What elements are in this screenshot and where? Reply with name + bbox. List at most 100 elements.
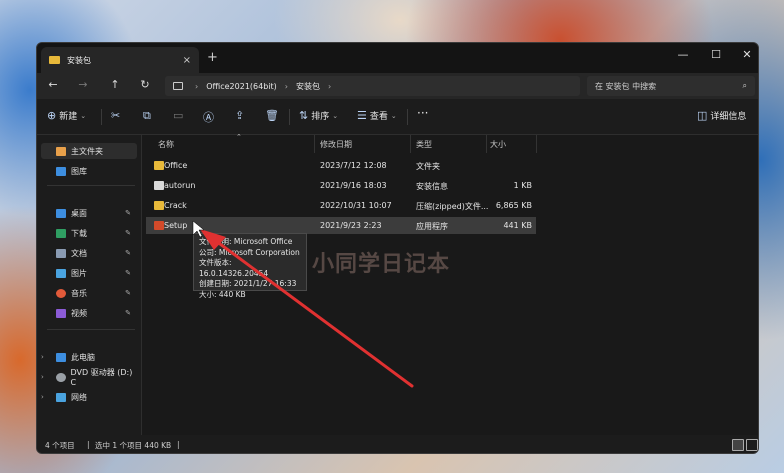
file-type: 应用程序 [416,222,448,231]
file-row-setup[interactable]: Setup 2021/9/23 2:23 应用程序 441 KB [146,217,536,234]
tooltip-size: 大小: 440 KB [199,289,246,299]
tooltip-description: 文件说明: Microsoft Office [199,237,293,246]
file-date: 2021/9/16 18:03 [320,181,387,190]
zip-folder-icon [154,201,164,210]
chevron-down-icon: ⌄ [390,111,397,120]
details-view-button[interactable] [732,439,744,451]
file-date: 2021/9/23 2:23 [320,221,382,230]
sidebar-item-gallery[interactable]: 图库 [41,163,137,179]
pin-icon[interactable]: ✎ [125,289,131,297]
sidebar-item-dvd-drive[interactable]: DVD 驱动器 (D:) C [41,368,137,387]
file-tooltip: 文件说明: Microsoft Office 公司: Microsoft Cor… [193,233,307,299]
file-name: autorun [164,181,196,190]
pin-icon[interactable]: ✎ [125,249,131,257]
search-input[interactable]: 在 安装包 中搜索 ⌕ [587,76,755,96]
pin-icon[interactable]: ✎ [125,229,131,237]
pin-icon[interactable]: ✎ [125,209,131,217]
refresh-button[interactable]: ↻ [137,78,153,91]
up-button[interactable]: ↑ [107,78,123,91]
dvd-icon [56,372,66,382]
sidebar-item-this-pc[interactable]: 此电脑 [41,349,137,365]
share-button[interactable]: ⇪ [235,109,244,122]
paste-button[interactable]: ▭ [173,109,183,122]
tab-label: 安装包 [67,55,91,65]
sidebar-item-network[interactable]: 网络 [41,389,137,405]
divider: | [87,440,90,449]
column-header-date[interactable]: 修改日期 [320,139,352,150]
sidebar-item-label: 图库 [71,166,87,176]
file-date: 2023/7/12 12:08 [320,161,387,170]
pin-icon[interactable]: ✎ [125,269,131,277]
back-button[interactable]: ← [45,78,61,91]
folder-icon [49,56,60,64]
chevron-down-icon: ⌄ [80,111,87,120]
sidebar-item-label: 主文件夹 [71,146,103,156]
rename-button[interactable]: Ⓐ [203,109,214,125]
minimize-button[interactable]: — [673,48,693,61]
sort-label: 排序 [311,112,330,122]
details-pane-icon: ◫ [697,109,708,122]
sidebar-item-music[interactable]: 音乐 ✎ [41,285,137,301]
file-type: 安装信息 [416,182,448,191]
sidebar-divider [47,185,135,186]
delete-button[interactable]: 🗑 [265,109,279,122]
column-divider[interactable] [410,135,411,153]
sidebar-item-downloads[interactable]: 下载 ✎ [41,225,137,241]
forward-button[interactable]: → [75,78,91,91]
sidebar-item-documents[interactable]: 文档 ✎ [41,245,137,261]
sort-button[interactable]: ⇅ 排序 ⌄ [299,109,338,122]
column-header-type[interactable]: 类型 [416,139,432,150]
search-icon: ⌕ [742,81,747,90]
breadcrumb-office[interactable]: Office2021(64bit) [206,82,277,91]
new-tab-button[interactable]: + [207,50,218,65]
column-divider[interactable] [536,135,537,153]
tab-install-package[interactable]: 安装包 × [41,47,199,73]
sidebar-item-videos[interactable]: 视频 ✎ [41,305,137,321]
sidebar-item-label: 桌面 [71,208,87,218]
column-header-name[interactable]: 名称 [158,139,174,150]
desktop-icon [56,208,66,218]
sidebar-item-label: DVD 驱动器 (D:) C [70,368,133,387]
tiles-view-button[interactable] [746,439,758,451]
watermark: 小同学日记本 [312,252,451,277]
folder-icon [154,161,164,170]
new-button[interactable]: ⊕ 新建 ⌄ [47,109,86,122]
file-size: 1 KB [513,181,532,190]
rename-icon: Ⓐ [203,111,214,124]
sidebar-item-label: 音乐 [71,288,87,298]
search-placeholder: 在 安装包 中搜索 [595,81,657,91]
sort-icon: ⇅ [299,109,309,122]
sidebar-item-pictures[interactable]: 图片 ✎ [41,265,137,281]
view-label: 查看 [369,112,388,122]
tooltip-company: 公司: Microsoft Corporation [199,247,300,257]
sidebar-item-label: 视频 [71,308,87,318]
close-tab-icon[interactable]: × [183,55,191,66]
view-button[interactable]: ☰ 查看 ⌄ [357,109,397,122]
column-divider[interactable] [486,135,487,153]
column-divider[interactable] [314,135,315,153]
file-row-crack[interactable]: Crack 2022/10/31 10:07 压缩(zipped)文件... 6… [146,197,536,214]
sidebar-item-home[interactable]: 主文件夹 [41,143,137,159]
cut-button[interactable]: ✂ [111,109,120,122]
file-row-office[interactable]: Office 2023/7/12 12:08 文件夹 [146,157,536,174]
tooltip-created: 创建日期: 2021/1/27 16:33 [199,279,297,288]
tooltip-version: 文件版本: 16.0.14326.20454 [199,258,269,278]
toolbar-divider [407,109,408,125]
copy-button[interactable]: ⧉ [143,109,151,123]
column-header-size[interactable]: 大小 [490,139,506,150]
breadcrumb-install-package[interactable]: 安装包 [296,81,320,92]
pin-icon[interactable]: ✎ [125,309,131,317]
details-pane-button[interactable]: ◫ 详细信息 [697,109,746,122]
chevron-right-icon: › [327,81,332,91]
address-bar[interactable]: › Office2021(64bit) › 安装包 › [165,76,580,96]
sidebar-item-label: 图片 [71,268,87,278]
music-icon [56,288,66,298]
maximize-button[interactable]: ☐ [706,48,726,61]
close-button[interactable]: ✕ [737,48,757,61]
file-size: 441 KB [503,221,532,230]
sidebar-item-label: 网络 [71,392,87,402]
more-options-button[interactable]: ··· [417,106,428,120]
details-label: 详细信息 [710,112,747,122]
sidebar-item-desktop[interactable]: 桌面 ✎ [41,205,137,221]
file-row-autorun[interactable]: autorun 2021/9/16 18:03 安装信息 1 KB [146,177,536,194]
